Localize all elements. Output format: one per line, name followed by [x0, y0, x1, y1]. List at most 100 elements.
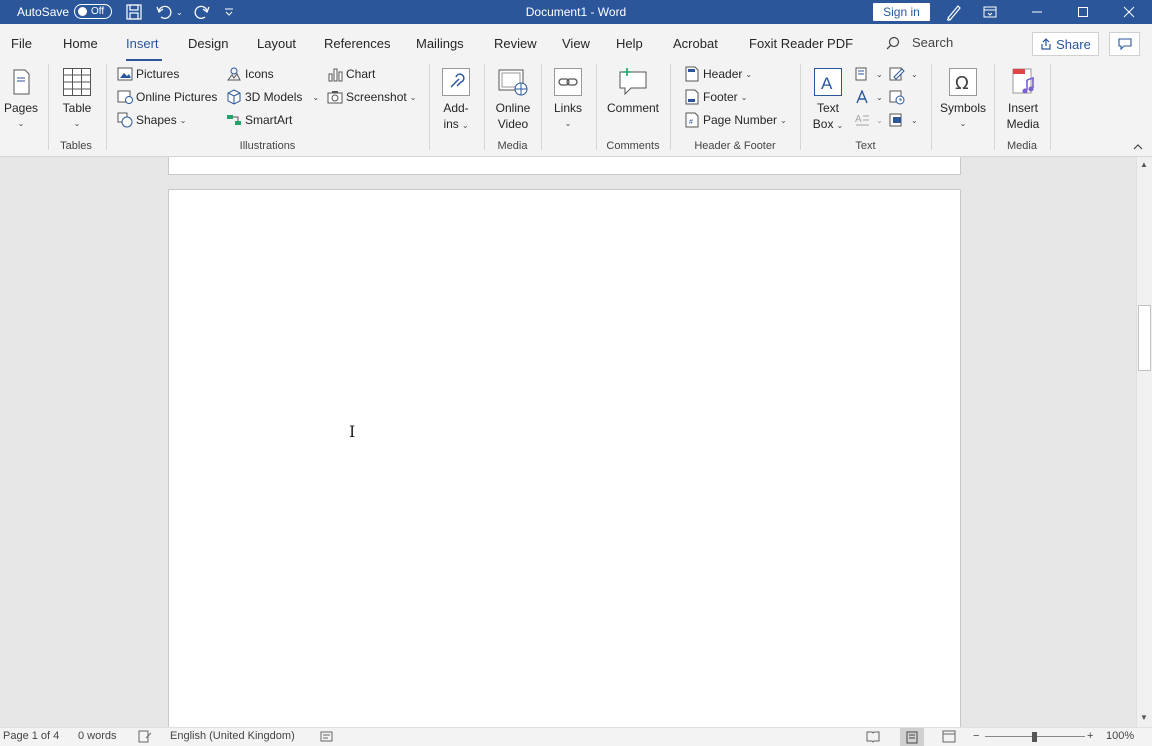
vertical-scrollbar[interactable]: ▲ ▼	[1136, 157, 1152, 727]
omega-icon: Ω	[948, 64, 978, 100]
tab-acrobat[interactable]: Acrobat	[673, 36, 718, 51]
tab-home[interactable]: Home	[63, 36, 98, 51]
autosave-state: Off	[91, 6, 105, 17]
group-separator	[800, 64, 801, 150]
object-button[interactable]: ⌄	[889, 110, 918, 130]
tables-group-label: Tables	[60, 140, 92, 152]
tab-help[interactable]: Help	[616, 36, 643, 51]
tab-view[interactable]: View	[562, 36, 590, 51]
group-separator	[429, 64, 430, 150]
proofing-icon[interactable]	[138, 730, 152, 743]
undo-dropdown-icon[interactable]: ⌄	[176, 0, 183, 24]
language-indicator[interactable]: English (United Kingdom)	[170, 730, 295, 742]
drop-cap-button[interactable]: A ⌄	[854, 110, 883, 130]
group-separator	[484, 64, 485, 150]
read-mode-icon[interactable]	[866, 730, 880, 743]
svg-text:A: A	[821, 74, 833, 93]
footer-button[interactable]: Footer ⌄	[684, 87, 747, 107]
pages-label: Pages	[3, 101, 39, 115]
zoom-out-icon[interactable]: −	[973, 730, 979, 742]
ribbon-display-options-icon[interactable]	[982, 0, 998, 24]
redo-icon[interactable]	[193, 0, 211, 24]
insert-media-button[interactable]: Insert Media	[1000, 62, 1046, 132]
quick-parts-button[interactable]: ⌄	[854, 64, 883, 84]
zoom-in-icon[interactable]: +	[1087, 730, 1093, 742]
table-button[interactable]: Table ⌄	[56, 62, 98, 132]
tab-foxit-reader-pdf[interactable]: Foxit Reader PDF	[749, 36, 853, 51]
header-footer-group-label: Header & Footer	[694, 140, 776, 152]
page-number-button[interactable]: # Page Number ⌄	[684, 110, 787, 130]
search-box[interactable]: Search	[886, 35, 953, 50]
tab-references[interactable]: References	[324, 36, 390, 51]
wordart-button[interactable]: ⌄	[854, 87, 883, 107]
tab-design[interactable]: Design	[188, 36, 228, 51]
page-number-label: Page Number	[703, 113, 778, 127]
ribbon: Pages ⌄ Table ⌄ Tables Pictures Online P…	[0, 62, 1152, 157]
customize-toolbar-icon[interactable]	[223, 0, 235, 24]
pictures-button[interactable]: Pictures	[117, 64, 179, 84]
document-page[interactable]	[168, 189, 961, 727]
autosave-toggle[interactable]: Off	[74, 4, 112, 19]
search-icon	[886, 36, 900, 50]
share-button[interactable]: Share	[1032, 32, 1099, 56]
insert-media-label-1: Insert	[1007, 101, 1038, 115]
screenshot-button[interactable]: Screenshot ⌄	[327, 87, 416, 107]
quick-parts-icon	[854, 66, 870, 82]
online-video-button[interactable]: Online Video	[490, 62, 536, 132]
sign-in-button[interactable]: Sign in	[873, 3, 930, 21]
link-icon	[553, 64, 583, 100]
add-ins-icon	[441, 64, 471, 100]
shapes-button[interactable]: Shapes ⌄	[117, 110, 186, 130]
links-dropdown-icon: ⌄	[564, 119, 572, 128]
icons-button[interactable]: Icons	[226, 64, 274, 84]
collapse-ribbon-icon[interactable]	[1132, 143, 1144, 151]
web-layout-icon[interactable]	[942, 730, 956, 743]
accessibility-icon[interactable]	[320, 730, 334, 743]
group-separator	[48, 64, 49, 150]
zoom-level[interactable]: 100%	[1106, 730, 1134, 742]
symbols-button[interactable]: Ω Symbols ⌄	[937, 62, 989, 132]
page-count[interactable]: Page 1 of 4	[3, 730, 59, 742]
pen-icon[interactable]	[944, 0, 964, 24]
tab-layout[interactable]: Layout	[257, 36, 296, 51]
word-count[interactable]: 0 words	[78, 730, 117, 742]
save-icon[interactable]	[125, 0, 143, 24]
object-dropdown-icon: ⌄	[911, 115, 918, 125]
zoom-slider-thumb[interactable]	[1032, 732, 1037, 742]
tab-mailings[interactable]: Mailings	[416, 36, 464, 51]
tab-insert[interactable]: Insert	[126, 36, 159, 51]
pages-button[interactable]: Pages ⌄	[3, 62, 39, 132]
new-comment-button[interactable]: Comment	[603, 62, 663, 116]
chart-button[interactable]: Chart	[327, 64, 375, 84]
date-time-button[interactable]	[889, 87, 908, 107]
tab-review[interactable]: Review	[494, 36, 537, 51]
tab-file[interactable]: File	[11, 36, 32, 51]
signature-line-button[interactable]: ⌄	[889, 64, 918, 84]
3d-models-dropdown-icon: ⌄	[312, 92, 320, 102]
header-button[interactable]: Header ⌄	[684, 64, 752, 84]
smartart-button[interactable]: SmartArt	[226, 110, 292, 130]
maximize-icon[interactable]	[1060, 0, 1106, 24]
text-box-button[interactable]: A Text Box ⌄	[808, 62, 848, 134]
close-icon[interactable]	[1106, 0, 1152, 24]
online-pictures-button[interactable]: Online Pictures	[117, 87, 217, 107]
scroll-up-icon[interactable]: ▲	[1140, 160, 1148, 169]
insert-media-label-2: Media	[1006, 117, 1040, 131]
online-video-icon	[497, 64, 529, 100]
wordart-icon	[854, 89, 870, 105]
previous-page[interactable]	[168, 157, 961, 175]
add-ins-button[interactable]: Add- ins ⌄	[435, 62, 477, 134]
text-box-dropdown-icon: ⌄	[836, 121, 844, 130]
scrollbar-thumb[interactable]	[1138, 305, 1151, 371]
comments-button[interactable]	[1109, 32, 1140, 56]
toggle-knob	[78, 7, 87, 16]
document-canvas[interactable]: I	[0, 157, 1136, 727]
shapes-icon	[117, 112, 133, 128]
undo-icon[interactable]	[155, 0, 173, 24]
links-button[interactable]: Links ⌄	[547, 62, 589, 132]
screenshot-dropdown-icon: ⌄	[409, 92, 417, 102]
3d-models-button[interactable]: 3D Models ⌄	[226, 87, 319, 107]
minimize-icon[interactable]	[1014, 0, 1060, 24]
scroll-down-icon[interactable]: ▼	[1140, 713, 1148, 722]
print-layout-icon[interactable]	[900, 728, 924, 746]
